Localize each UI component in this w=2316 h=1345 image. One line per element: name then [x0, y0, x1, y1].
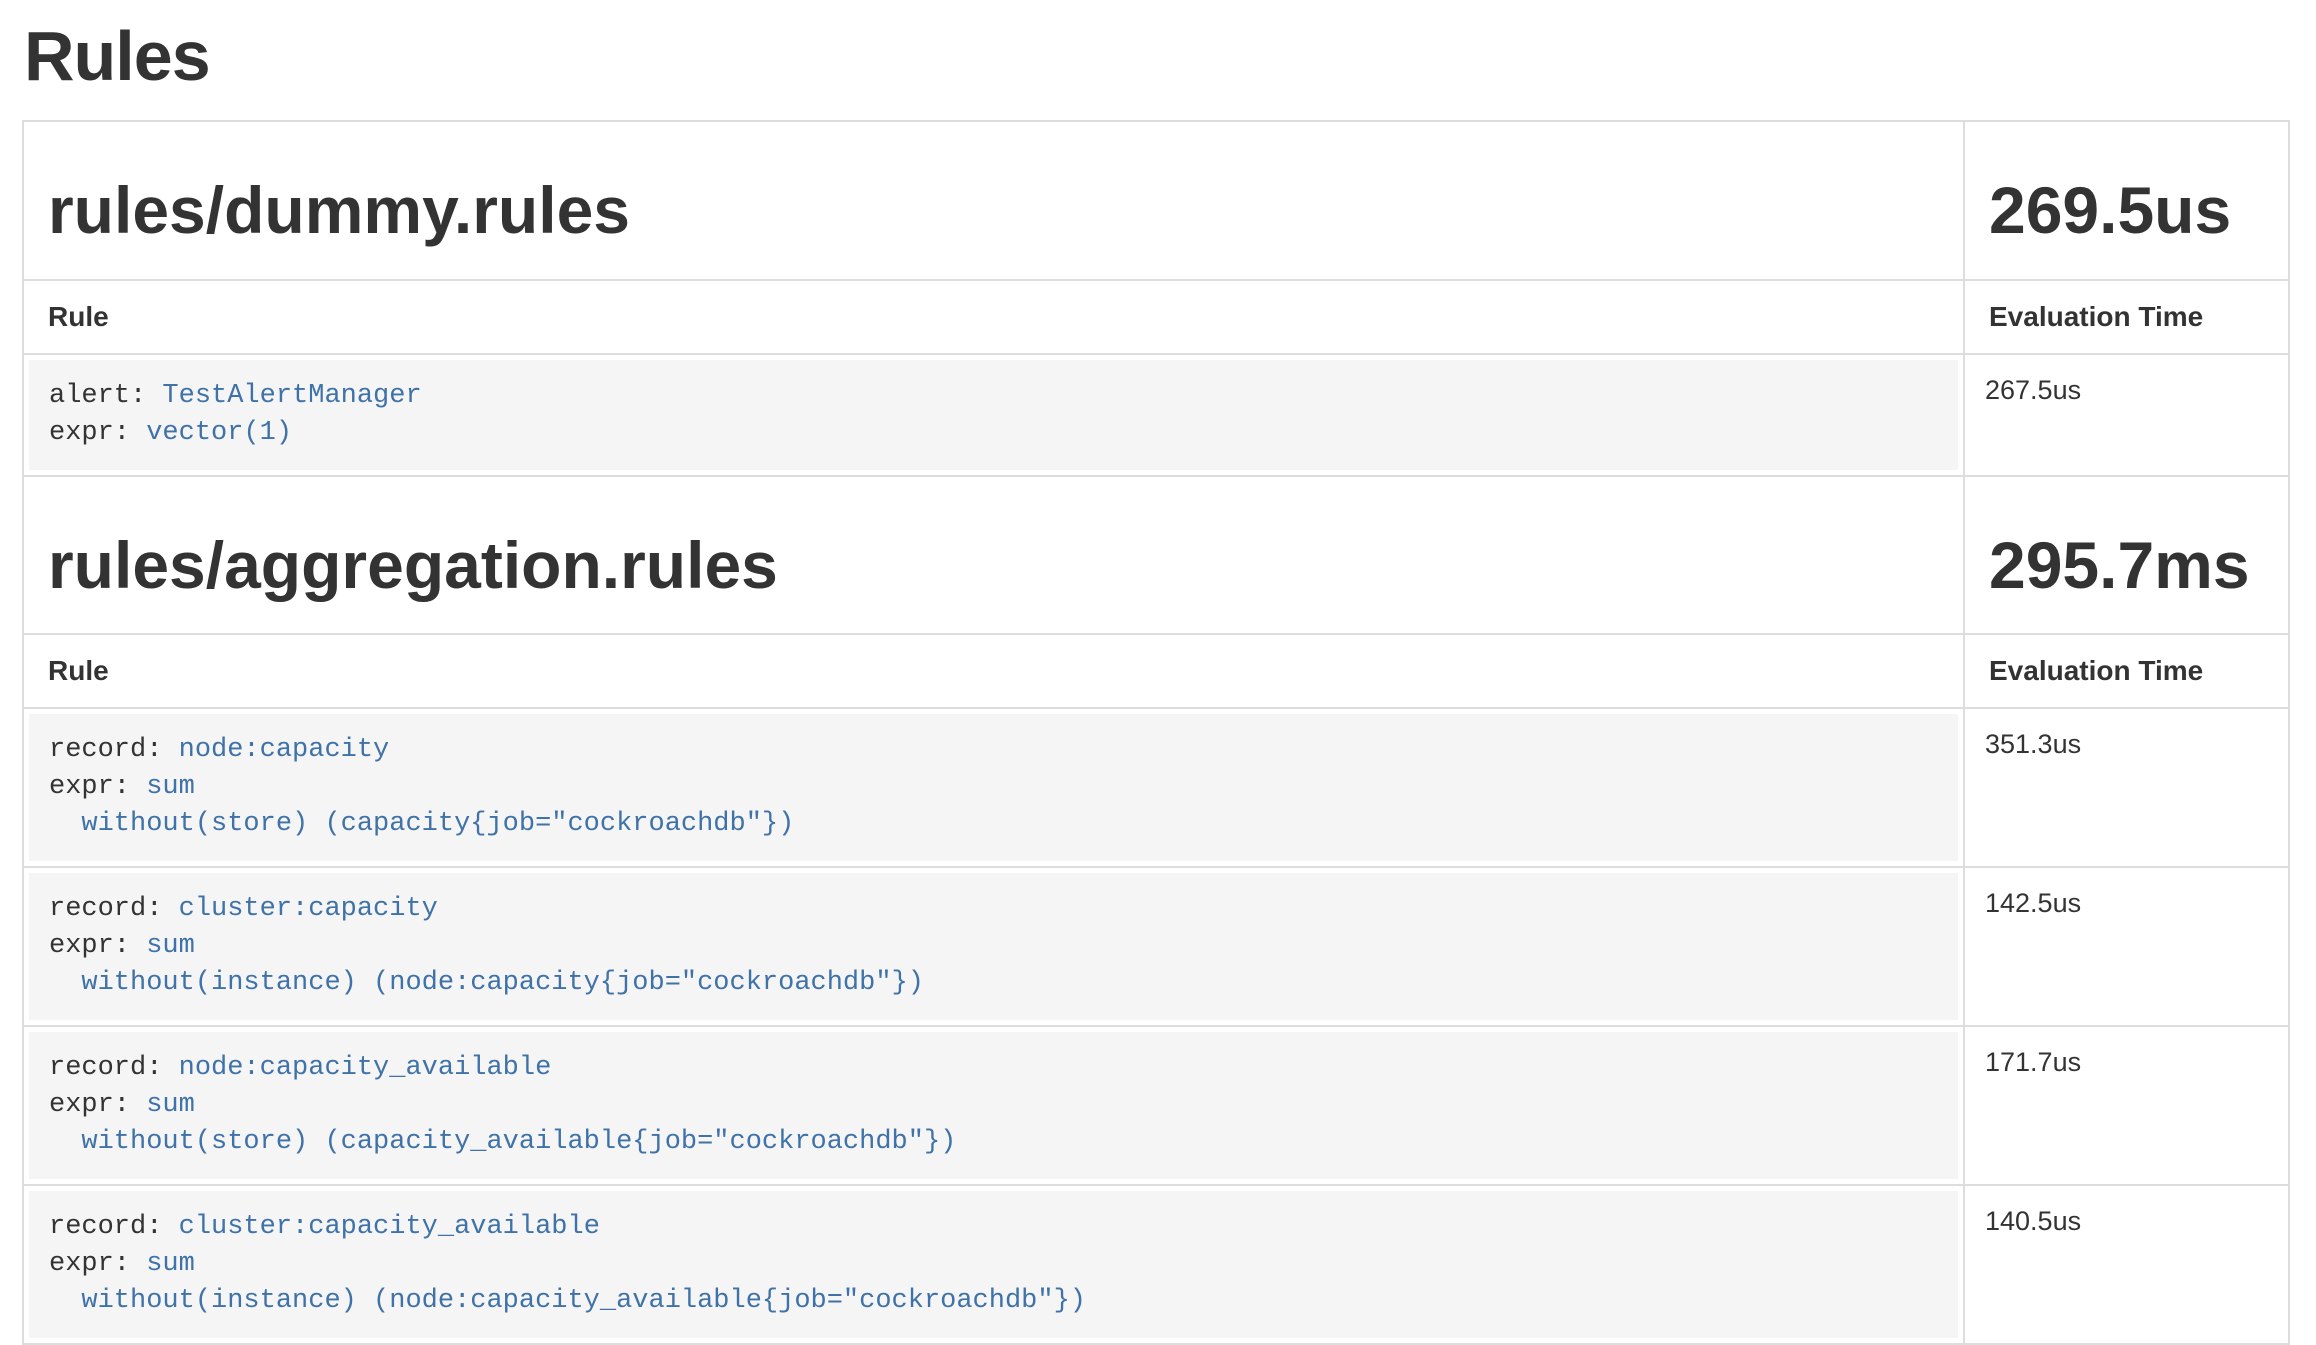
rule-cell: record: node:capacity expr: sum without(…	[23, 708, 1964, 867]
rules-table: rules/dummy.rules269.5usRuleEvaluation T…	[22, 120, 2290, 1345]
rule-cell: alert: TestAlertManager expr: vector(1)	[23, 354, 1964, 476]
expr-label: expr:	[49, 1090, 146, 1120]
group-eval-time: 295.7ms	[1989, 529, 2264, 602]
group-file-title: rules/dummy.rules	[48, 174, 1939, 247]
rule-type-label: record:	[49, 1212, 179, 1242]
rule-expr-link[interactable]: sum without(instance) (node:capacity_ava…	[49, 1249, 1086, 1316]
page-title: Rules	[24, 16, 2290, 96]
rule-expr-link[interactable]: sum without(store) (capacity_available{j…	[49, 1090, 956, 1157]
expr-label: expr:	[49, 418, 146, 448]
rule-definition: record: cluster:capacity expr: sum witho…	[29, 873, 1958, 1020]
rule-definition: record: node:capacity_available expr: su…	[29, 1032, 1958, 1179]
evaluation-time-column-header: Evaluation Time	[1964, 634, 2289, 708]
rule-name-link[interactable]: node:capacity_available	[179, 1053, 552, 1083]
rule-name-link[interactable]: cluster:capacity_available	[179, 1212, 600, 1242]
rule-name-link[interactable]: TestAlertManager	[162, 381, 421, 411]
rule-row: record: cluster:capacity_available expr:…	[23, 1185, 2289, 1344]
rule-cell: record: node:capacity_available expr: su…	[23, 1026, 1964, 1185]
group-file-cell: rules/aggregation.rules	[23, 476, 1964, 635]
evaluation-time-column-header: Evaluation Time	[1964, 280, 2289, 354]
rule-definition: record: cluster:capacity_available expr:…	[29, 1191, 1958, 1338]
rule-evaluation-time: 142.5us	[1964, 867, 2289, 1026]
rule-type-label: record:	[49, 894, 179, 924]
rule-evaluation-time: 140.5us	[1964, 1185, 2289, 1344]
rule-name-link[interactable]: cluster:capacity	[179, 894, 438, 924]
rule-row: record: node:capacity_available expr: su…	[23, 1026, 2289, 1185]
column-header-row: RuleEvaluation Time	[23, 634, 2289, 708]
rule-expr-link[interactable]: sum without(store) (capacity{job="cockro…	[49, 772, 794, 839]
rule-definition: alert: TestAlertManager expr: vector(1)	[29, 360, 1958, 470]
rule-row: record: cluster:capacity expr: sum witho…	[23, 867, 2289, 1026]
rule-type-label: record:	[49, 1053, 179, 1083]
rule-definition: record: node:capacity expr: sum without(…	[29, 714, 1958, 861]
expr-label: expr:	[49, 772, 146, 802]
rule-expr-link[interactable]: sum without(instance) (node:capacity{job…	[49, 931, 924, 998]
rule-row: alert: TestAlertManager expr: vector(1)2…	[23, 354, 2289, 476]
group-file-title: rules/aggregation.rules	[48, 529, 1939, 602]
column-header-row: RuleEvaluation Time	[23, 280, 2289, 354]
rule-cell: record: cluster:capacity expr: sum witho…	[23, 867, 1964, 1026]
rule-row: record: node:capacity expr: sum without(…	[23, 708, 2289, 867]
rule-type-label: alert:	[49, 381, 162, 411]
group-eval-time-cell: 269.5us	[1964, 121, 2289, 280]
rule-evaluation-time: 171.7us	[1964, 1026, 2289, 1185]
rule-type-label: record:	[49, 735, 179, 765]
expr-label: expr:	[49, 931, 146, 961]
rule-name-link[interactable]: node:capacity	[179, 735, 390, 765]
group-eval-time-cell: 295.7ms	[1964, 476, 2289, 635]
rule-cell: record: cluster:capacity_available expr:…	[23, 1185, 1964, 1344]
group-eval-time: 269.5us	[1989, 174, 2264, 247]
group-header-row: rules/dummy.rules 269.5us	[23, 121, 2289, 280]
rule-column-header: Rule	[23, 634, 1964, 708]
rule-column-header: Rule	[23, 280, 1964, 354]
rule-expr-link[interactable]: vector(1)	[146, 418, 292, 448]
group-file-cell: rules/dummy.rules	[23, 121, 1964, 280]
expr-label: expr:	[49, 1249, 146, 1279]
rules-page: Rules rules/dummy.rules269.5usRuleEvalua…	[0, 16, 2316, 1345]
rule-evaluation-time: 351.3us	[1964, 708, 2289, 867]
group-header-row: rules/aggregation.rules 295.7ms	[23, 476, 2289, 635]
rule-evaluation-time: 267.5us	[1964, 354, 2289, 476]
rules-table-body: rules/dummy.rules269.5usRuleEvaluation T…	[23, 121, 2289, 1344]
